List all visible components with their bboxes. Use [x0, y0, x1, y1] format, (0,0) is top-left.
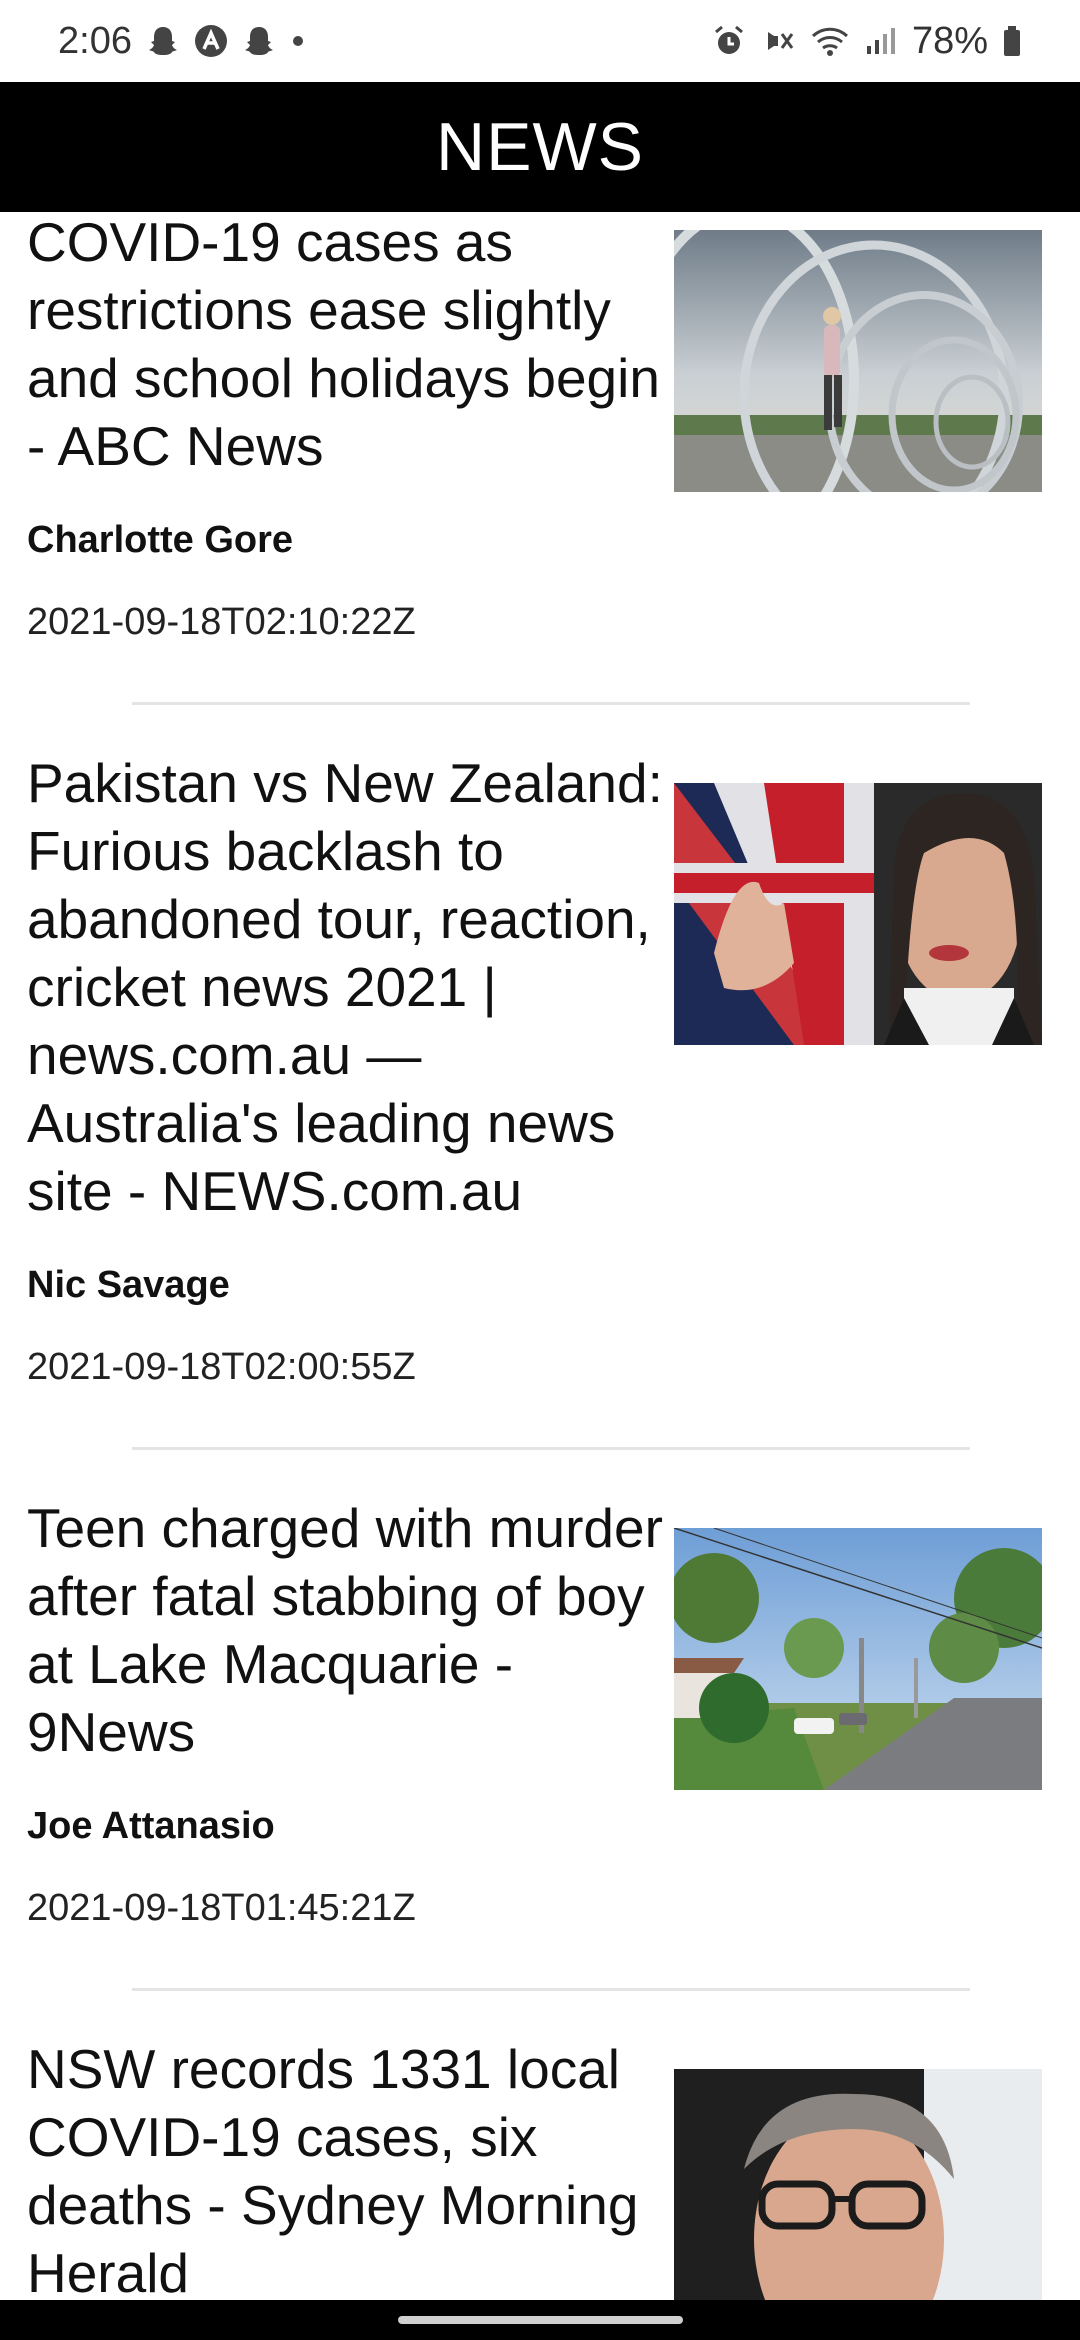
- home-gesture-handle[interactable]: [397, 2316, 683, 2324]
- article-divider: [132, 1447, 970, 1450]
- article-thumbnail[interactable]: [674, 1528, 1042, 1790]
- wifi-icon: [810, 24, 850, 58]
- page-title: NEWS: [436, 109, 644, 185]
- article-date: 2021-09-18T01:45:21Z: [27, 1887, 416, 1929]
- article-thumbnail[interactable]: [674, 2069, 1042, 2300]
- article-thumbnail[interactable]: [674, 783, 1042, 1045]
- alarm-icon: [712, 24, 746, 58]
- article-divider: [132, 702, 970, 705]
- status-bar: 2:06 78%: [0, 0, 1080, 82]
- app-a-icon: [194, 24, 228, 58]
- article-thumbnail[interactable]: [674, 230, 1042, 492]
- article-headline[interactable]: ACT records 15 new COVID-19 cases as res…: [27, 212, 667, 480]
- system-nav-bar: [0, 2300, 1080, 2340]
- news-feed[interactable]: ACT records 15 new COVID-19 cases as res…: [0, 212, 1080, 2300]
- signal-icon: [864, 24, 898, 58]
- article-author: Joe Attanasio: [27, 1805, 275, 1847]
- article-author: Nic Savage: [27, 1264, 230, 1306]
- dot-icon: [290, 33, 306, 49]
- app-header: NEWS: [0, 82, 1080, 212]
- article-card[interactable]: NSW records 1331 local COVID-19 cases, s…: [0, 2035, 1080, 2300]
- article-card[interactable]: ACT records 15 new COVID-19 cases as res…: [0, 212, 1080, 705]
- status-right: 78%: [712, 20, 1022, 63]
- article-headline[interactable]: NSW records 1331 local COVID-19 cases, s…: [27, 2035, 667, 2300]
- article-divider: [132, 1988, 970, 1991]
- article-date: 2021-09-18T02:10:22Z: [27, 601, 416, 643]
- article-text: Pakistan vs New Zealand: Furious backlas…: [27, 749, 667, 1389]
- article-card[interactable]: Teen charged with murder after fatal sta…: [0, 1494, 1080, 1991]
- article-author: Charlotte Gore: [27, 519, 294, 561]
- article-headline[interactable]: Teen charged with murder after fatal sta…: [27, 1494, 667, 1766]
- snapchat-icon: [146, 24, 180, 58]
- article-text: NSW records 1331 local COVID-19 cases, s…: [27, 2035, 667, 2300]
- article-headline[interactable]: Pakistan vs New Zealand: Furious backlas…: [27, 749, 667, 1225]
- battery-percent: 78%: [911, 19, 988, 62]
- article-card[interactable]: Pakistan vs New Zealand: Furious backlas…: [0, 749, 1080, 1450]
- article-text: Teen charged with murder after fatal sta…: [27, 1494, 667, 1930]
- vibrate-mute-icon: [760, 24, 796, 58]
- snapchat-icon: [242, 24, 276, 58]
- article-date: 2021-09-18T02:00:55Z: [27, 1346, 416, 1388]
- status-left: 2:06: [58, 20, 306, 63]
- battery-icon: [1002, 24, 1022, 58]
- status-time: 2:06: [58, 19, 132, 62]
- article-text: ACT records 15 new COVID-19 cases as res…: [27, 212, 667, 644]
